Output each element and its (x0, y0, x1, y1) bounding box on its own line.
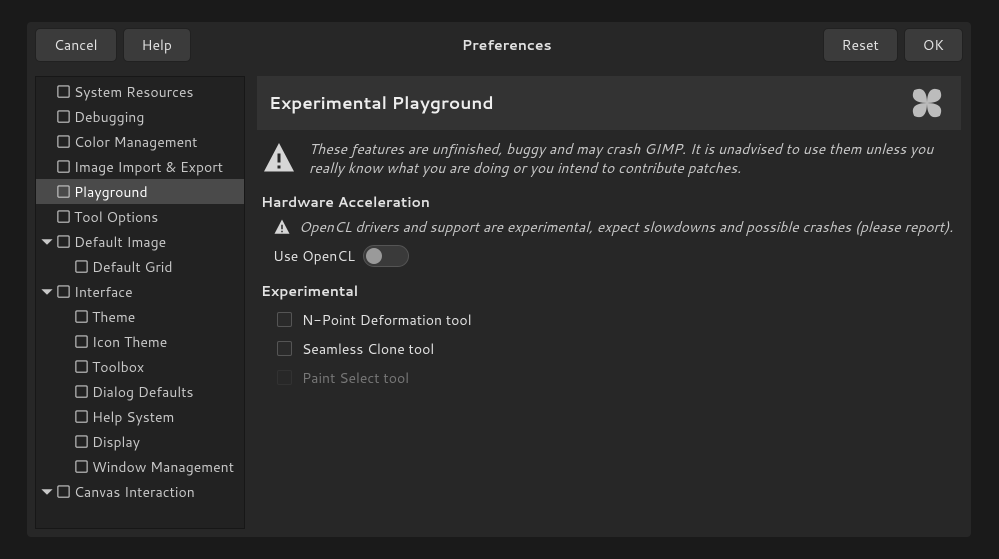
category-icon (56, 84, 71, 99)
category-icon (56, 234, 71, 249)
category-icon (56, 134, 71, 149)
category-icon (74, 459, 89, 474)
preferences-page: Experimental Playground These features a… (257, 76, 963, 529)
tree-item-label: Help System (92, 407, 174, 427)
reset-button[interactable]: Reset (823, 28, 898, 62)
category-icon (74, 334, 89, 349)
chevron-down-icon[interactable] (40, 285, 54, 299)
tree-item-label: Tool Options (74, 207, 158, 227)
tree-item-icon-theme[interactable]: Icon Theme (36, 329, 244, 354)
hw-accel-heading: Hardware Acceleration (261, 192, 957, 212)
checkbox-n-point-deformation-tool[interactable] (277, 312, 292, 327)
playground-icon (905, 81, 949, 125)
category-icon (74, 409, 89, 424)
tree-item-image-import-export[interactable]: Image Import & Export (36, 154, 244, 179)
tree-item-interface[interactable]: Interface (36, 279, 244, 304)
chevron-down-icon[interactable] (40, 485, 54, 499)
preferences-tree[interactable]: System Resources Debugging Color Managemen… (35, 76, 245, 529)
warning-icon (261, 140, 297, 176)
tree-item-label: Window Management (92, 457, 234, 477)
tree-item-label: Playground (74, 182, 148, 202)
category-icon (74, 384, 89, 399)
experimental-option: Seamless Clone tool (277, 336, 957, 362)
checkbox-label: N-Point Deformation tool (302, 310, 472, 330)
tree-item-label: Color Management (74, 132, 197, 152)
category-icon (56, 284, 71, 299)
category-icon (56, 484, 71, 499)
tree-item-label: Image Import & Export (74, 157, 223, 177)
experimental-option: Paint Select tool (277, 365, 957, 391)
tree-item-label: Interface (74, 282, 133, 302)
experimental-heading: Experimental (261, 281, 957, 301)
tree-item-label: Display (92, 432, 140, 452)
category-icon (56, 159, 71, 174)
preferences-dialog: Cancel Help Preferences Reset OK System … (27, 22, 971, 537)
help-button[interactable]: Help (123, 28, 191, 62)
tree-item-label: Dialog Defaults (92, 382, 193, 402)
tree-item-default-grid[interactable]: Default Grid (36, 254, 244, 279)
checkbox-seamless-clone-tool[interactable] (277, 341, 292, 356)
tree-item-toolbox[interactable]: Toolbox (36, 354, 244, 379)
category-icon (56, 184, 71, 199)
checkbox-label: Paint Select tool (302, 368, 409, 388)
chevron-down-icon[interactable] (40, 235, 54, 249)
tree-item-label: Canvas Interaction (74, 482, 195, 502)
tree-item-label: Default Image (74, 232, 166, 252)
tree-item-dialog-defaults[interactable]: Dialog Defaults (36, 379, 244, 404)
dialog-content: System Resources Debugging Color Managemen… (27, 68, 971, 537)
tree-item-debugging[interactable]: Debugging (36, 104, 244, 129)
tree-item-system-resources[interactable]: System Resources (36, 79, 244, 104)
category-icon (56, 209, 71, 224)
category-icon (74, 359, 89, 374)
use-opencl-toggle[interactable] (363, 245, 409, 267)
category-icon (74, 309, 89, 324)
hw-warning-text: OpenCL drivers and support are experimen… (299, 218, 953, 237)
checkbox-label: Seamless Clone tool (302, 339, 434, 359)
tree-item-window-management[interactable]: Window Management (36, 454, 244, 479)
use-opencl-label: Use OpenCL (273, 246, 355, 266)
checkbox-paint-select-tool (277, 370, 292, 385)
tree-item-label: Theme (92, 307, 135, 327)
tree-item-canvas-interaction[interactable]: Canvas Interaction (36, 479, 244, 504)
page-title: Experimental Playground (269, 91, 494, 115)
experimental-option: N-Point Deformation tool (277, 307, 957, 333)
page-header: Experimental Playground (257, 76, 961, 130)
category-icon (74, 434, 89, 449)
tree-item-tool-options[interactable]: Tool Options (36, 204, 244, 229)
titlebar: Cancel Help Preferences Reset OK (27, 22, 971, 68)
tree-item-label: Icon Theme (92, 332, 167, 352)
tree-item-label: Default Grid (92, 257, 173, 277)
tree-item-default-image[interactable]: Default Image (36, 229, 244, 254)
tree-item-help-system[interactable]: Help System (36, 404, 244, 429)
dialog-title: Preferences (199, 35, 815, 55)
category-icon (74, 259, 89, 274)
tree-item-playground[interactable]: Playground (36, 179, 244, 204)
cancel-button[interactable]: Cancel (35, 28, 117, 62)
tree-item-color-management[interactable]: Color Management (36, 129, 244, 154)
tree-item-theme[interactable]: Theme (36, 304, 244, 329)
warning-icon (273, 218, 291, 236)
ok-button[interactable]: OK (904, 28, 963, 62)
intro-warning-text: These features are unfinished, buggy and… (309, 140, 957, 178)
tree-item-display[interactable]: Display (36, 429, 244, 454)
tree-item-label: Debugging (74, 107, 144, 127)
category-icon (56, 109, 71, 124)
tree-item-label: System Resources (74, 82, 193, 102)
tree-item-label: Toolbox (92, 357, 144, 377)
